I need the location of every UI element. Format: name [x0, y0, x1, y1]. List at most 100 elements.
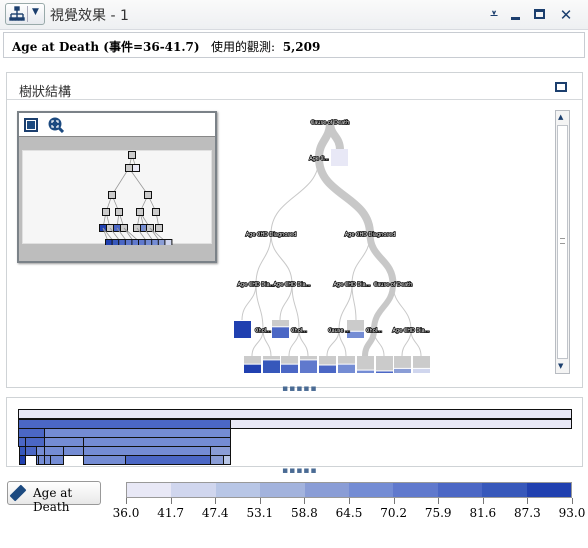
leaf-node[interactable] [338, 364, 355, 373]
leaf-node[interactable] [272, 327, 289, 338]
leaf-node[interactable] [244, 364, 261, 373]
icicle-cell[interactable] [83, 455, 126, 465]
maximize-panel-icon[interactable] [555, 82, 567, 92]
legend-variable-label: Age at Death [33, 486, 73, 514]
node-label[interactable]: Cause ... [327, 327, 351, 335]
leaf-node[interactable] [300, 360, 317, 373]
legend-tick [304, 498, 306, 504]
tree-icon [9, 6, 25, 21]
tree-link [366, 233, 397, 285]
node-label[interactable]: Age CHD Diagnosed [245, 231, 297, 239]
node-label[interactable]: Chol... [365, 327, 383, 335]
legend-tick-label: 58.8 [291, 506, 318, 520]
node-label[interactable]: Age C... [308, 155, 330, 163]
title-bar: ▼ 視覺效果 - 1 ⩡ ✕ [0, 0, 588, 30]
icicle-cell[interactable] [230, 419, 572, 429]
node-label[interactable]: Age CHD Dia... [237, 281, 276, 289]
minimize-icon[interactable] [507, 7, 523, 23]
leaf-node-gray [376, 356, 393, 371]
tree-panel-header: 樹狀結構 [7, 73, 582, 100]
leaf-node-gray [413, 356, 430, 368]
node-label[interactable]: Cause of Death [310, 119, 350, 127]
splitter-handle[interactable]: ▪▪▪▪▪ [282, 466, 318, 476]
legend-bin [171, 483, 216, 497]
leaf-node-gray [357, 356, 374, 370]
legend-tick [527, 498, 529, 504]
leaf-node[interactable] [376, 371, 393, 373]
node-label[interactable]: Age CHD Dia... [273, 281, 312, 289]
tree-panel-title: 樹狀結構 [19, 85, 72, 100]
legend-bin [127, 483, 172, 497]
leaf-node-gray [263, 356, 280, 360]
legend-tick [126, 498, 127, 504]
legend-bin [437, 483, 483, 497]
legend-tick [572, 498, 573, 504]
legend-tick-label: 53.1 [246, 506, 274, 520]
legend-tick-label: 70.2 [380, 506, 407, 520]
maximize-icon[interactable] [531, 7, 547, 23]
leaf-node-gray [281, 356, 298, 364]
legend-tick [170, 498, 172, 504]
leaf-node[interactable] [263, 360, 280, 373]
node-label[interactable]: Cause of Death [373, 281, 413, 289]
leaf-node[interactable] [331, 149, 348, 166]
node-label[interactable]: Age CHD Dia... [333, 281, 372, 289]
scroll-down-icon[interactable]: ▼ [558, 362, 563, 370]
legend-tick [438, 498, 440, 504]
scroll-up-icon[interactable]: ▲ [558, 113, 563, 121]
icicle-cell[interactable] [210, 455, 224, 465]
tree-link [315, 157, 374, 235]
leaf-node[interactable] [357, 370, 374, 373]
vertical-scrollbar[interactable]: ▲ ▼ [555, 110, 570, 374]
legend-tick-label: 75.9 [424, 506, 452, 520]
icicle-cell[interactable] [125, 455, 211, 465]
legend-bin [526, 483, 572, 497]
target-label: Age at Death (事件=36-41.7) [12, 40, 200, 54]
color-legend [126, 482, 572, 498]
observations-value: 5,209 [282, 40, 321, 54]
node-label[interactable]: Age CHD Dia... [392, 327, 431, 335]
legend-tick-label: 47.4 [201, 506, 229, 520]
leaf-node[interactable] [234, 321, 251, 338]
leaf-node-gray [319, 356, 336, 365]
visual-type-button[interactable]: ▼ [5, 3, 45, 25]
leaf-node[interactable] [319, 365, 336, 374]
tree-link [291, 283, 300, 331]
leaf-node-gray [338, 356, 355, 364]
legend-tick-label: 87.3 [514, 506, 541, 520]
tree-link [255, 233, 272, 285]
legend-tick-label: 93.0 [558, 506, 586, 520]
legend-variable-button[interactable]: Age at Death [7, 481, 101, 514]
icicle-cell[interactable] [50, 455, 64, 465]
leaf-node[interactable] [394, 368, 411, 373]
scrollbar-thumb[interactable] [557, 125, 568, 359]
legend-bin [393, 483, 438, 497]
tree-link [241, 283, 257, 321]
legend-tick [482, 498, 484, 504]
legend-tick [349, 498, 350, 504]
tree-link [279, 283, 293, 321]
tree-diagram[interactable]: Cause of Death Age C... Age CHD Diagnosed A… [7, 101, 552, 386]
node-label[interactable]: Age CHD Diagnosed [344, 231, 396, 239]
dropdown-arrow-icon[interactable]: ▼ [32, 7, 39, 17]
ruler-icon [9, 484, 27, 502]
splitter-handle[interactable]: ▪▪▪▪▪ [282, 384, 318, 394]
icicle-cell[interactable] [63, 446, 84, 456]
icicle-cell[interactable] [18, 409, 572, 419]
tree-link [371, 283, 396, 331]
node-label[interactable]: Chol... [254, 327, 272, 335]
menu-icon[interactable]: ⩡ [486, 7, 502, 23]
icicle-cell[interactable] [19, 455, 26, 465]
legend-tick [393, 498, 395, 504]
leaf-node-gray [300, 356, 317, 360]
leaf-node[interactable] [281, 364, 298, 373]
info-bar: Age at Death (事件=36-41.7) 使用的觀測: 5,209 [3, 32, 585, 58]
leaf-node[interactable] [413, 368, 430, 373]
tree-link [392, 283, 412, 331]
legend-bin [482, 483, 527, 497]
icicle-plot[interactable] [6, 397, 583, 467]
observations-label: 使用的觀測: [211, 40, 276, 54]
node-label[interactable]: Chol... [290, 327, 308, 335]
icicle-cell[interactable] [223, 455, 231, 465]
close-icon[interactable]: ✕ [558, 7, 574, 23]
